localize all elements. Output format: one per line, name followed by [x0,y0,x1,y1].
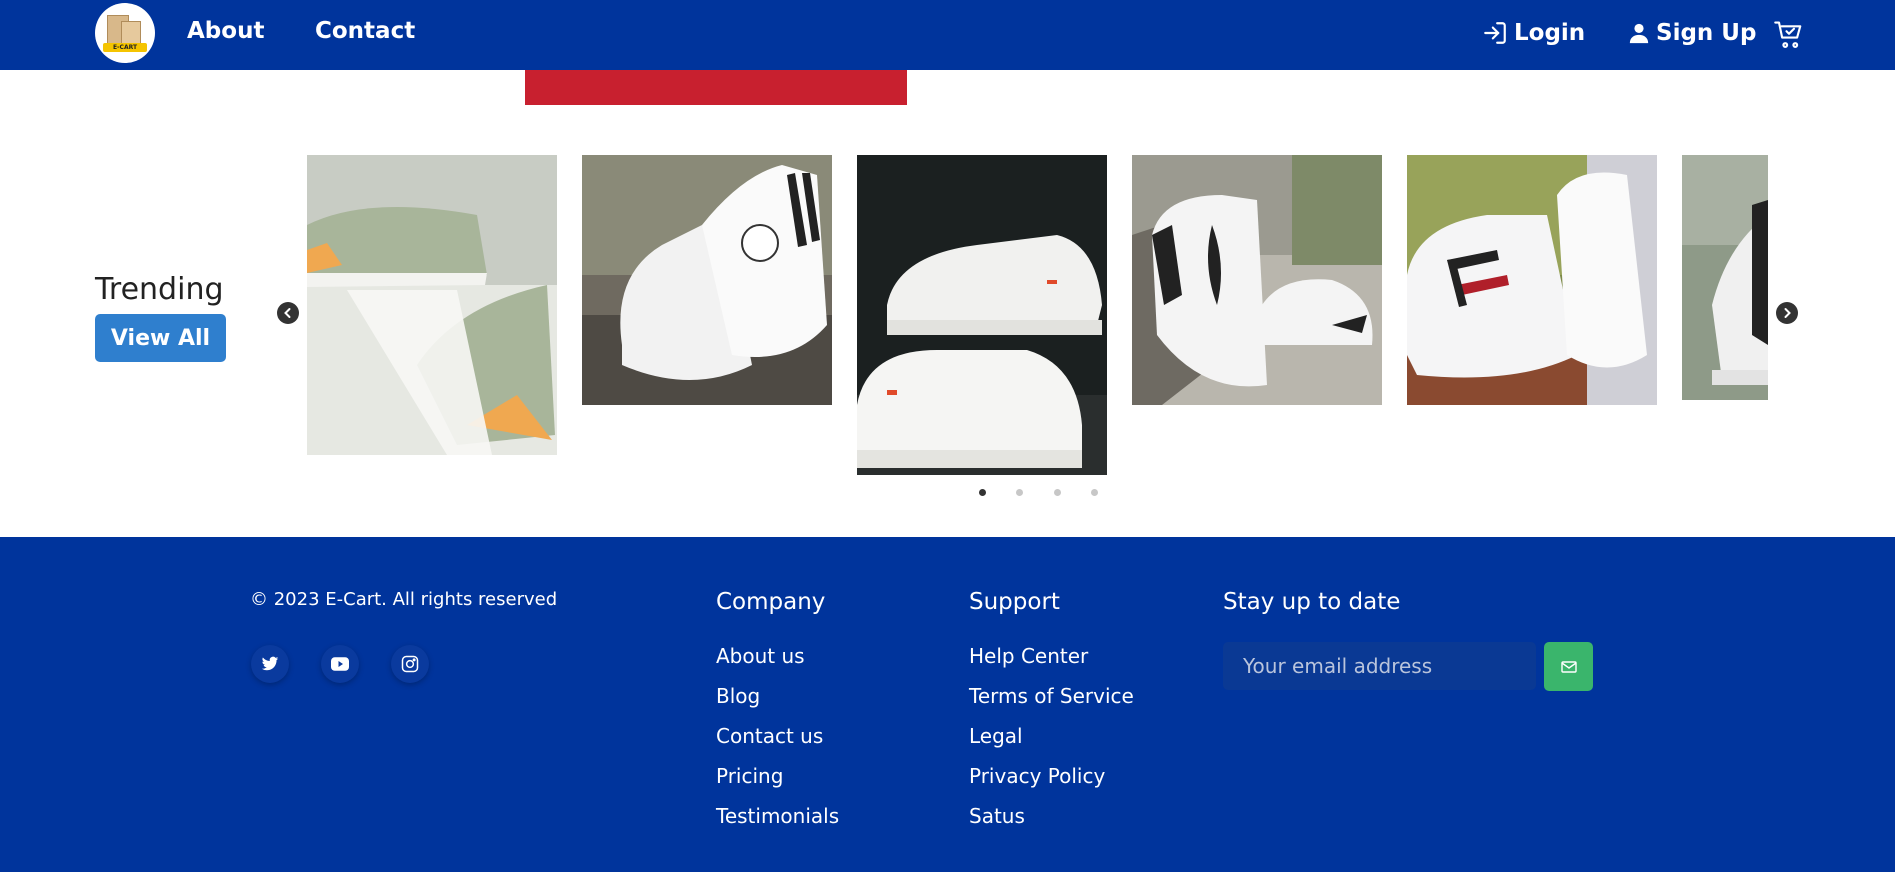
product-image [857,155,1107,475]
product-card[interactable] [307,155,557,455]
twitter-icon[interactable] [251,645,289,683]
navbar: E-CART About Contact Login Sign Up [0,0,1895,70]
nav-contact-link[interactable]: Contact [315,18,415,44]
signup-link[interactable]: Sign Up [1628,20,1756,46]
product-image [1682,155,1768,400]
footer-link-legal[interactable]: Legal [969,724,1023,748]
product-image [1407,155,1657,405]
chevron-right-icon[interactable] [1776,302,1798,324]
carousel-dot[interactable] [1016,489,1023,496]
carousel-dot[interactable] [979,489,986,496]
carousel-dot[interactable] [1054,489,1061,496]
trending-title: Trending [95,272,224,307]
login-link[interactable]: Login [1482,20,1585,46]
support-title: Support [969,589,1060,615]
email-field[interactable] [1223,642,1536,690]
footer-link-help-center[interactable]: Help Center [969,644,1088,668]
footer-link-testimonials[interactable]: Testimonials [716,804,839,828]
product-card[interactable] [1407,155,1657,405]
chevron-left-icon[interactable] [277,302,299,324]
product-carousel [307,155,1768,475]
subscribe-button[interactable] [1544,642,1593,691]
footer-link-contact-us[interactable]: Contact us [716,724,823,748]
cart-icon[interactable] [1774,20,1804,54]
footer-link-terms[interactable]: Terms of Service [969,684,1134,708]
nav-about-link[interactable]: About [187,18,264,44]
product-card[interactable] [1132,155,1382,405]
signup-label: Sign Up [1656,20,1757,46]
product-image [582,155,832,405]
footer-link-about-us[interactable]: About us [716,644,805,668]
newsletter-title: Stay up to date [1223,589,1401,615]
product-image [307,155,557,455]
view-all-button[interactable]: View All [95,314,226,362]
instagram-icon[interactable] [391,645,429,683]
company-title: Company [716,589,826,615]
footer-link-privacy[interactable]: Privacy Policy [969,764,1105,788]
footer-link-status[interactable]: Satus [969,804,1025,828]
login-icon [1484,22,1506,44]
logo[interactable]: E-CART [95,3,155,63]
footer: © 2023 E-Cart. All rights reserved Compa… [0,537,1895,872]
youtube-icon[interactable] [321,645,359,683]
user-icon [1629,23,1649,44]
product-card[interactable] [857,155,1107,475]
product-card[interactable] [1682,155,1768,400]
logo-text: E-CART [112,44,138,51]
footer-link-blog[interactable]: Blog [716,684,760,708]
copyright-text: © 2023 E-Cart. All rights reserved [250,589,558,610]
hero-banner [525,70,907,105]
send-icon [1560,660,1577,673]
product-image [1132,155,1382,405]
footer-link-pricing[interactable]: Pricing [716,764,783,788]
product-card[interactable] [582,155,832,405]
login-label: Login [1514,20,1586,46]
carousel-dot[interactable] [1091,489,1098,496]
